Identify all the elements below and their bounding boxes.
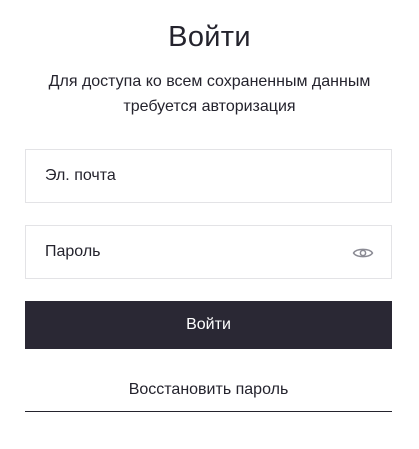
login-button[interactable]: Войти bbox=[25, 301, 392, 349]
page-subtitle: Для доступа ко всем сохраненным данным т… bbox=[48, 73, 371, 115]
password-field[interactable] bbox=[26, 226, 345, 278]
restore-password-link[interactable]: Восстановить пароль bbox=[25, 372, 392, 412]
eye-icon[interactable] bbox=[352, 244, 374, 262]
page-title: Войти bbox=[168, 21, 251, 53]
email-field[interactable] bbox=[26, 150, 345, 202]
email-field-container bbox=[25, 149, 392, 203]
password-field-container bbox=[25, 225, 392, 279]
